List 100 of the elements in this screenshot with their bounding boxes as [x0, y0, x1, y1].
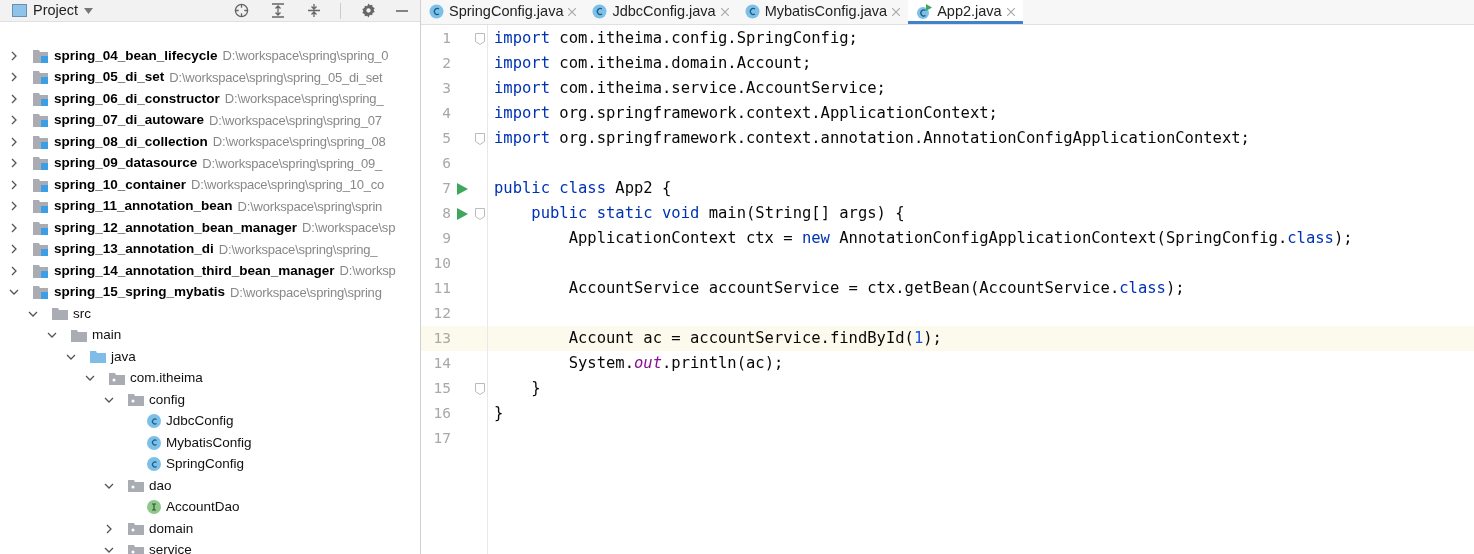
line-number: 5	[441, 128, 451, 148]
tree-row[interactable]: spring_12_annotation_bean_manager D:\workspace\sp	[0, 217, 420, 239]
tree-item-label: domain	[149, 519, 194, 538]
chevron-right-icon[interactable]	[9, 201, 19, 212]
module-path: D:\workspace\spring\spring_09_	[202, 154, 383, 173]
tree-row[interactable]: domain	[0, 518, 420, 540]
run-icon[interactable]	[456, 182, 468, 195]
module-folder-icon	[33, 263, 49, 278]
package-folder-icon	[128, 479, 144, 493]
tree-item-label: main	[92, 326, 122, 345]
chevron-right-icon[interactable]	[9, 93, 19, 104]
tree-row[interactable]: spring_06_di_constructor D:\workspace\spring\spring_	[0, 88, 420, 110]
tree-row[interactable]: spring_07_di_autoware D:\workspace\spring\spring_07	[0, 109, 420, 131]
editor-tab[interactable]: SpringConfig.java	[421, 0, 585, 24]
editor-tab[interactable]: MybatisConfig.java	[736, 0, 909, 24]
code-line: public class App2 {	[494, 177, 672, 199]
tree-row[interactable]: main	[0, 324, 420, 346]
settings-icon[interactable]	[361, 3, 376, 18]
chevron-right-icon[interactable]	[9, 179, 19, 190]
code-line: import org.springframework.context.annotation.AnnotationConfigApplicationContext;	[494, 127, 1250, 149]
line-number: 8	[441, 203, 451, 223]
tree-row[interactable]: spring_04_bean_lifecycle D:\workspace\spring\spring_0	[0, 45, 420, 67]
module-path: D:\workspace\spring\spring_0	[222, 47, 389, 65]
module-path: D:\workspace\spring\spring_05_di_set	[169, 68, 383, 87]
class-icon	[744, 4, 760, 19]
tree-row[interactable]: AccountDao	[0, 496, 420, 518]
line-number: 17	[432, 428, 451, 448]
panel-title[interactable]: Project	[33, 0, 79, 22]
tree-item-label: AccountDao	[166, 498, 240, 517]
tree-item-label: dao	[149, 476, 172, 495]
module-folder-icon	[33, 285, 49, 300]
tab-label: SpringConfig.java	[449, 1, 564, 21]
tree-row[interactable]: service	[0, 539, 420, 554]
window-icon	[12, 4, 27, 17]
code-line: import com.itheima.service.AccountService;	[494, 77, 886, 99]
module-folder-icon	[33, 220, 49, 235]
tree-row[interactable]: spring_05_di_set D:\workspace\spring\spring_05_di_set	[0, 66, 420, 88]
tree-item-label: service	[149, 541, 192, 554]
crosshair-icon[interactable]	[234, 3, 249, 18]
tree-row[interactable]: spring_15_spring_mybatis D:\workspace\spring\spring	[0, 281, 420, 303]
module-folder-icon	[33, 156, 49, 171]
run-icon[interactable]	[456, 207, 468, 220]
module-folder-icon	[33, 199, 49, 214]
module-folder-icon	[33, 48, 49, 63]
module-path: D:\workspace\spring\spring_	[218, 240, 378, 259]
tree-row[interactable]: MybatisConfig	[0, 432, 420, 454]
chevron-right-icon[interactable]	[104, 523, 114, 534]
tree-item-label: spring_07_di_autoware	[54, 111, 205, 130]
tree-item-label: JdbcConfig	[166, 412, 234, 431]
chevron-right-icon[interactable]	[9, 136, 19, 147]
tree-item-label: spring_04_bean_lifecycle	[54, 46, 218, 65]
minimize-icon[interactable]	[396, 9, 408, 12]
module-path: D:\worksp	[339, 262, 396, 280]
tree-item-label: java	[111, 347, 136, 366]
chevron-right-icon[interactable]	[9, 115, 19, 126]
tree-row[interactable]: spring_09_datasource D:\workspace\spring\spring_09_	[0, 152, 420, 174]
module-path: D:\workspace\spring\spring_08	[212, 133, 386, 151]
chevron-down-icon[interactable]	[104, 545, 114, 554]
tree-row[interactable]: src	[0, 303, 420, 325]
line-number: 2	[441, 53, 451, 73]
tree-row[interactable]: java	[0, 346, 420, 368]
package-folder-icon	[128, 522, 144, 536]
line-number: 12	[432, 303, 451, 323]
code-line: ApplicationContext ctx = new AnnotationConfigApplicationContext(SpringConfig.class);	[567, 227, 1353, 249]
tree-item-label: spring_12_annotation_bean_manager	[54, 218, 298, 237]
expand-all-icon[interactable]	[271, 3, 285, 18]
code-line: System.out.println(ac);	[567, 352, 784, 374]
tree-row[interactable]: com.itheima	[0, 367, 420, 389]
tree-row[interactable]: spring_08_di_collection D:\workspace\spring\spring_08	[0, 131, 420, 153]
line-number: 16	[432, 403, 451, 423]
line-number: 4	[441, 103, 451, 123]
tree-row[interactable]: dao	[0, 475, 420, 497]
module-folder-icon	[33, 91, 49, 106]
chevron-right-icon[interactable]	[9, 50, 19, 61]
folder-icon	[71, 328, 87, 342]
code-line: import com.itheima.config.SpringConfig;	[494, 27, 858, 49]
chevron-right-icon[interactable]	[9, 244, 19, 255]
module-folder-icon	[33, 134, 49, 149]
tree-row[interactable]: spring_10_container D:\workspace\spring\spring_10_co	[0, 174, 420, 196]
chevron-right-icon[interactable]	[9, 72, 19, 83]
editor-tab[interactable]: App2.java	[908, 0, 1023, 24]
module-folder-icon	[33, 70, 49, 85]
line-number: 6	[441, 153, 451, 173]
module-path: D:\workspace\spring\spring_10_co	[191, 176, 385, 194]
editor-tab[interactable]: JdbcConfig.java	[584, 0, 737, 24]
collapse-all-icon[interactable]	[307, 3, 321, 18]
tree-row[interactable]: JdbcConfig	[0, 410, 420, 432]
tree-row[interactable]: spring_11_annotation_bean D:\workspace\spring\sprin	[0, 195, 420, 217]
chevron-right-icon[interactable]	[9, 222, 19, 233]
tree-row[interactable]: spring_14_annotation_third_bean_manager D:\worksp	[0, 260, 420, 282]
tree-row[interactable]: config	[0, 389, 420, 411]
chevron-right-icon[interactable]	[9, 265, 19, 276]
line-number: 1	[441, 28, 451, 48]
chevron-right-icon[interactable]	[9, 158, 19, 169]
module-path: D:\workspace\sp	[302, 219, 396, 237]
code-editor[interactable]	[421, 25, 1474, 554]
module-folder-icon	[33, 242, 49, 257]
dropdown-icon[interactable]	[84, 7, 94, 14]
tree-row[interactable]: spring_13_annotation_di D:\workspace\spring\spring_	[0, 238, 420, 260]
tree-row[interactable]: SpringConfig	[0, 453, 420, 475]
